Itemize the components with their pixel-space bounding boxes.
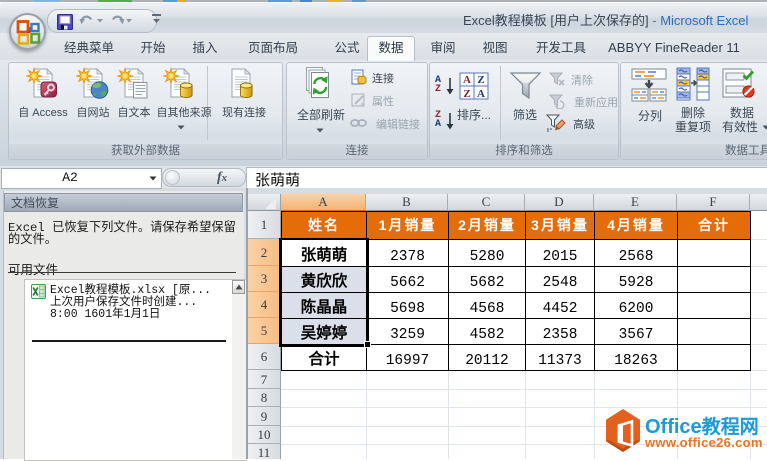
svg-text:Z: Z bbox=[463, 88, 470, 100]
svg-text:Z: Z bbox=[477, 74, 484, 86]
svg-text:A: A bbox=[477, 88, 485, 100]
svg-text:A: A bbox=[463, 74, 471, 86]
